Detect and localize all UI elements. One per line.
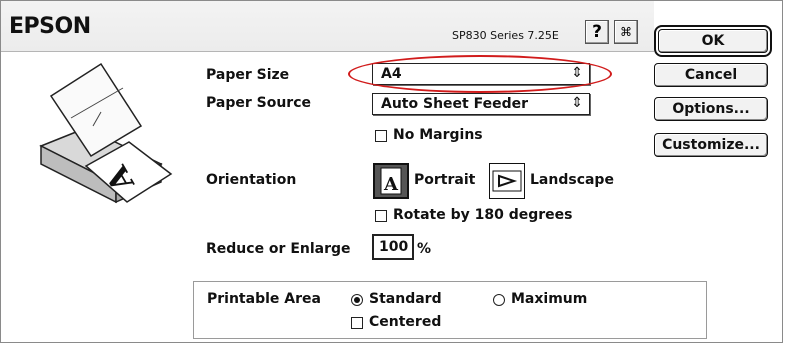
standard-radio[interactable]: [351, 294, 363, 306]
paper-size-label: Paper Size: [206, 67, 290, 83]
rotate-180-checkbox[interactable]: [375, 210, 387, 222]
paper-source-value: Auto Sheet Feeder: [381, 96, 528, 112]
no-margins-label[interactable]: No Margins: [393, 127, 483, 143]
standard-label[interactable]: Standard: [369, 291, 442, 307]
maximum-radio[interactable]: [493, 294, 505, 306]
centered-label[interactable]: Centered: [369, 314, 441, 330]
paper-source-label: Paper Source: [206, 95, 311, 111]
reduce-enlarge-value: 100: [379, 239, 409, 255]
reduce-enlarge-field[interactable]: 100: [372, 234, 414, 260]
brand-logo: EPSON: [9, 14, 91, 39]
orientation-label: Orientation: [206, 172, 297, 188]
help-icon[interactable]: ?: [585, 20, 609, 44]
page-setup-dialog: EPSON SP830 Series 7.25E ? ⌘ A Paper Siz…: [0, 0, 783, 343]
customize-button[interactable]: Customize...: [654, 133, 768, 157]
dialog-header-band: EPSON SP830 Series 7.25E ? ⌘: [1, 1, 654, 52]
driver-version-label: SP830 Series 7.25E: [452, 29, 559, 42]
centered-checkbox[interactable]: [351, 317, 363, 329]
utility-icon[interactable]: ⌘: [614, 20, 638, 44]
no-margins-checkbox[interactable]: [375, 130, 387, 142]
printable-area-label: Printable Area: [207, 291, 321, 307]
printable-area-group: Printable Area Standard Maximum Centered: [193, 281, 707, 339]
svg-text:A: A: [383, 174, 399, 195]
landscape-option-icon[interactable]: [489, 163, 525, 199]
ok-button[interactable]: OK: [658, 29, 768, 53]
reduce-enlarge-label: Reduce or Enlarge: [206, 241, 351, 257]
rotate-180-label[interactable]: Rotate by 180 degrees: [393, 207, 572, 223]
paper-size-highlight-ellipse: [348, 55, 612, 93]
popup-arrows-icon: ⇕: [571, 95, 583, 111]
paper-source-popup[interactable]: Auto Sheet Feeder ⇕: [372, 93, 590, 115]
portrait-label[interactable]: Portrait: [414, 172, 475, 188]
maximum-label[interactable]: Maximum: [511, 291, 587, 307]
cancel-button[interactable]: Cancel: [654, 63, 768, 87]
portrait-option-icon[interactable]: A: [373, 163, 409, 199]
printer-illustration: [39, 62, 173, 204]
percent-sign: %: [417, 241, 432, 257]
landscape-label[interactable]: Landscape: [530, 172, 614, 188]
options-button[interactable]: Options...: [654, 97, 768, 121]
